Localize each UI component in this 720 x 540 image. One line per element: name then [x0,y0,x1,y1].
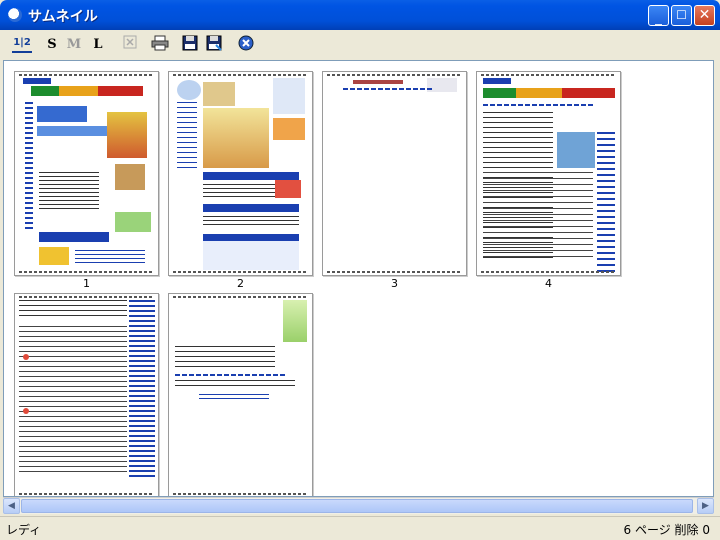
page-thumbnail-4[interactable] [476,71,621,276]
page-thumbnail-1[interactable] [14,71,159,276]
size-medium-button[interactable]: M [64,35,84,55]
thumbnail-window: サムネイル _ ☐ ✕ 1|2 S M L 1 2 3 4 ◀ ▶ レディ 6 … [0,0,720,540]
close-doc-icon[interactable] [236,35,256,55]
toolbar: 1|2 S M L [0,30,720,60]
maximize-button[interactable]: ☐ [671,5,692,26]
page-count-status: 6 ページ 削除 0 [623,523,710,537]
thumbnail-area[interactable]: 1 2 3 4 [3,60,714,497]
status-text: レディ [6,523,42,537]
save-as-icon[interactable] [204,35,224,55]
title-bar[interactable]: サムネイル _ ☐ ✕ [0,0,720,30]
size-large-button[interactable]: L [88,35,108,55]
scroll-left-button[interactable]: ◀ [3,498,20,514]
minimize-button[interactable]: _ [648,5,669,26]
page-number-3: 3 [391,277,398,290]
close-icon: ✕ [698,7,711,23]
size-small-button[interactable]: S [42,35,62,55]
page-number-4: 4 [545,277,552,290]
status-bar: レディ 6 ページ 削除 0 [0,516,720,540]
scroll-right-button[interactable]: ▶ [697,498,714,514]
scrollbar-thumb[interactable] [21,499,693,513]
page-thumbnail-6[interactable] [168,293,313,496]
close-button[interactable]: ✕ [694,5,715,26]
print-icon[interactable] [150,35,170,55]
window-title: サムネイル [28,9,98,25]
app-icon [8,8,22,22]
minimize-icon: _ [655,10,662,26]
page-thumbnail-5[interactable] [14,293,159,496]
maximize-icon: ☐ [676,8,687,22]
delete-icon[interactable] [120,35,140,55]
page-thumbnail-3[interactable] [322,71,467,276]
horizontal-scrollbar[interactable]: ◀ ▶ [3,497,714,514]
page-order-icon[interactable]: 1|2 [12,35,32,53]
page-number-1: 1 [83,277,90,290]
page-thumbnail-2[interactable] [168,71,313,276]
save-icon[interactable] [180,35,200,55]
page-number-2: 2 [237,277,244,290]
